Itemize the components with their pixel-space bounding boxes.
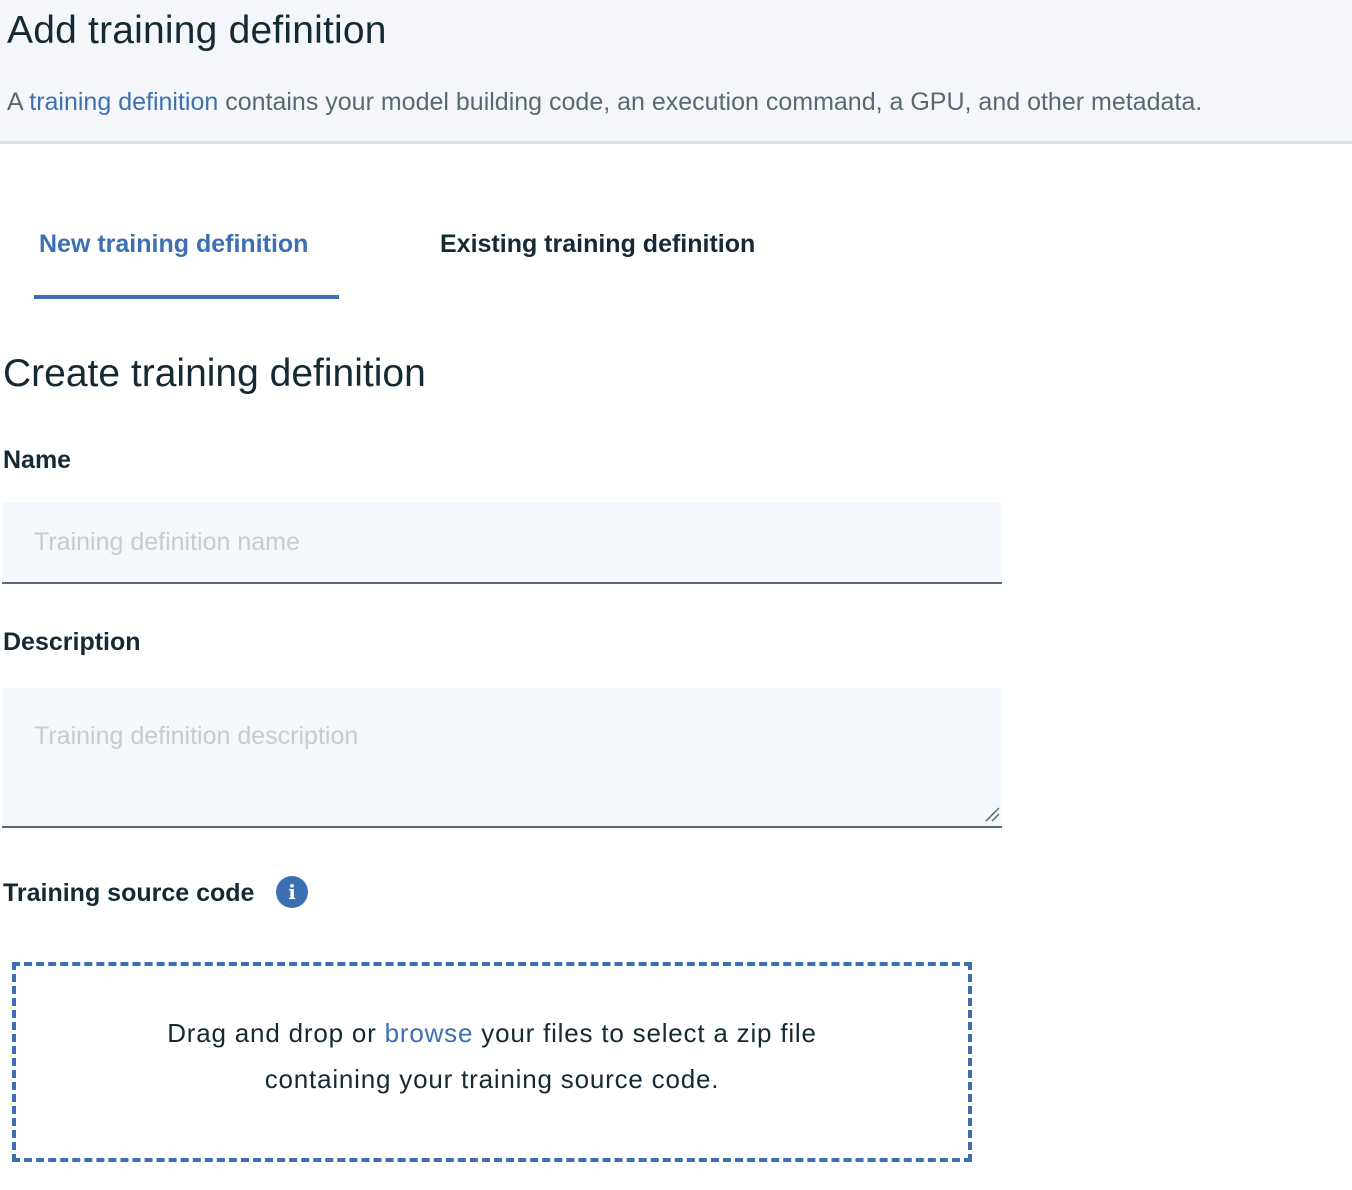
description-textarea[interactable] [2,688,1002,828]
tab-existing-training-definition[interactable]: Existing training definition [440,230,755,259]
description-suffix: contains your model building code, an ex… [225,88,1203,116]
dropzone-suffix: your files to select a zip file [481,1018,817,1048]
dropzone-prefix: Drag and drop or [167,1018,377,1048]
tab-bar: New training definition Existing trainin… [0,200,900,300]
page-description: A training definition contains your mode… [7,88,1202,117]
browse-link[interactable]: browse [385,1018,474,1048]
name-input[interactable] [2,502,1002,584]
resize-handle-icon[interactable] [984,806,1000,822]
file-dropzone[interactable]: Drag and drop or browse your files to se… [12,962,972,1162]
dropzone-text: Drag and drop or browse your files to se… [16,1010,968,1102]
training-definition-link[interactable]: training definition [29,88,218,116]
page-header: Add training definition A training defin… [0,0,1352,144]
dropzone-line2: containing your training source code. [264,1064,720,1094]
description-prefix: A [7,88,23,116]
page-title: Add training definition [7,9,387,52]
description-label: Description [3,628,141,656]
section-title: Create training definition [3,352,426,395]
tab-new-training-definition[interactable]: New training definition [39,230,308,259]
name-label: Name [3,446,72,474]
active-tab-indicator [34,295,339,299]
info-icon[interactable]: i [276,876,308,908]
training-source-code-label: Training source code [3,879,255,907]
